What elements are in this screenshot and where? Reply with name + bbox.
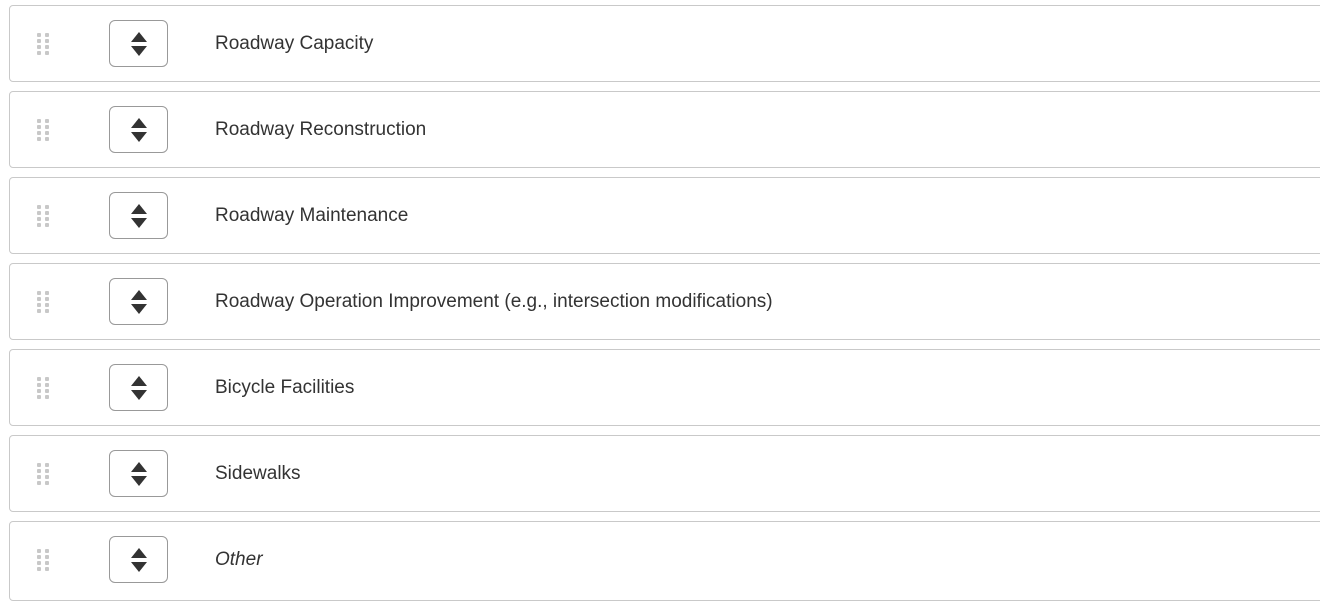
sort-arrows-icon — [131, 548, 147, 572]
drag-handle-icon[interactable] — [37, 205, 51, 227]
sort-arrows-icon — [131, 462, 147, 486]
drag-handle-icon[interactable] — [37, 119, 51, 141]
ranking-item-label: Sidewalks — [215, 463, 301, 484]
drag-handle-icon[interactable] — [37, 463, 51, 485]
rank-select[interactable] — [109, 106, 168, 153]
ranking-item-label: Roadway Capacity — [215, 33, 374, 54]
ranking-item-roadway-maintenance[interactable]: Roadway Maintenance — [9, 177, 1320, 254]
drag-handle-icon[interactable] — [37, 377, 51, 399]
sort-arrows-icon — [131, 118, 147, 142]
ranking-item-roadway-operation-improvement[interactable]: Roadway Operation Improvement (e.g., int… — [9, 263, 1320, 340]
ranking-item-roadway-reconstruction[interactable]: Roadway Reconstruction — [9, 91, 1320, 168]
rank-select[interactable] — [109, 450, 168, 497]
ranking-item-label: Bicycle Facilities — [215, 377, 355, 398]
sort-arrows-icon — [131, 290, 147, 314]
rank-select[interactable] — [109, 278, 168, 325]
rank-select[interactable] — [109, 364, 168, 411]
rank-select[interactable] — [109, 192, 168, 239]
ranking-item-label: Other — [215, 549, 263, 570]
sort-arrows-icon — [131, 32, 147, 56]
ranking-item-label: Roadway Reconstruction — [215, 119, 427, 140]
ranking-item-label: Roadway Operation Improvement (e.g., int… — [215, 291, 773, 312]
ranking-item-roadway-capacity[interactable]: Roadway Capacity — [9, 5, 1320, 82]
ranking-item-other[interactable]: Other — [9, 521, 1320, 601]
drag-handle-icon[interactable] — [37, 33, 51, 55]
rank-select[interactable] — [109, 20, 168, 67]
ranking-list: Roadway Capacity Roadway Reconstruction — [9, 5, 1320, 601]
rank-select[interactable] — [109, 536, 168, 583]
ranking-item-label: Roadway Maintenance — [215, 205, 409, 226]
sort-arrows-icon — [131, 376, 147, 400]
ranking-item-bicycle-facilities[interactable]: Bicycle Facilities — [9, 349, 1320, 426]
drag-handle-icon[interactable] — [37, 549, 51, 571]
drag-handle-icon[interactable] — [37, 291, 51, 313]
ranking-item-sidewalks[interactable]: Sidewalks — [9, 435, 1320, 512]
sort-arrows-icon — [131, 204, 147, 228]
